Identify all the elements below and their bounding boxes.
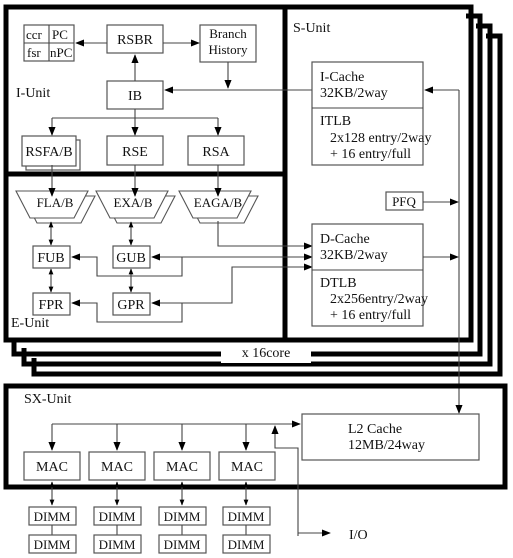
s-unit-label: S-Unit [293,21,330,36]
rse-label: RSE [122,145,148,160]
fsr-label: fsr [27,45,41,60]
dcache-to-fpr-arrow [71,266,312,323]
branch-history-line1: Branch [209,26,247,41]
dimm-label: DIMM [34,509,71,524]
icache-line1: I-Cache [320,70,364,85]
dtlb-line2: 2x256entry/2way [330,292,428,307]
i-unit: I-Unit ccr PC fsr nPC RSBR Branch Histor… [16,24,314,171]
ccr-label: ccr [26,27,43,42]
exa-label: EXA/B [114,195,153,210]
dimm-label: DIMM [228,537,265,552]
branch-history-line2: History [209,42,249,57]
register-block: ccr PC fsr nPC [23,24,75,62]
fla-label: FLA/B [37,195,74,210]
itlb-line1: ITLB [320,114,351,129]
sx-unit-label: SX-Unit [24,392,72,407]
io-label: I/O [349,528,368,543]
pfq-label: PFQ [392,194,416,209]
gpr-label: GPR [117,298,145,313]
eaga-label: EAGA/B [194,195,243,210]
dimm-label: DIMM [228,509,265,524]
dimm-label: DIMM [164,509,201,524]
ib-label: IB [128,89,142,104]
dimm-label: DIMM [99,509,136,524]
fla-alu: FLA/B [15,190,96,224]
dtlb-line1: DTLB [320,276,357,291]
i-unit-label: I-Unit [16,86,50,101]
icache-line2: 32KB/2way [320,86,388,101]
dcache-line2: 32KB/2way [320,248,388,263]
pc-label: PC [52,27,68,42]
io-to-l2-arrow [271,425,299,536]
eaga-to-dcache-arrow [217,221,313,250]
l2-cache-line2: 12MB/24way [348,438,425,453]
e-unit-label: E-Unit [11,316,49,331]
mac-label: MAC [101,460,133,475]
dtlb-line3: + 16 entry/full [330,308,411,323]
dimm-label: DIMM [164,537,201,552]
e-unit: E-Unit FLA/B EXA/B EAGA/B FUB GUB FPR GP… [11,165,313,331]
l2-cache-line1: L2 Cache [348,422,402,437]
npc-label: nPC [50,45,72,60]
rsbr-label: RSBR [117,33,153,48]
core-count-label: x 16core [242,346,291,361]
sx-unit: SX-Unit L2 Cache 12MB/24way I/O MAC DIMM… [3,383,508,554]
l2-cache-box [301,413,480,461]
mac-label: MAC [36,460,68,475]
itlb-line3: + 16 entry/full [330,147,411,162]
dimm-label: DIMM [34,537,71,552]
mac-label: MAC [166,460,198,475]
dimm-label: DIMM [99,537,136,552]
processor-block-diagram: x 16core I-Unit ccr PC fsr nPC RSBR Bran… [3,4,508,554]
rsa-label: RSA [202,145,230,160]
gub-label: GUB [116,251,146,266]
rsfa-label: RSFA/B [25,145,72,160]
dcache-line1: D-Cache [320,232,370,247]
mac-label: MAC [231,460,263,475]
fpr-label: FPR [39,298,65,313]
fub-label: FUB [37,251,64,266]
itlb-line2: 2x128 entry/2way [330,131,431,146]
